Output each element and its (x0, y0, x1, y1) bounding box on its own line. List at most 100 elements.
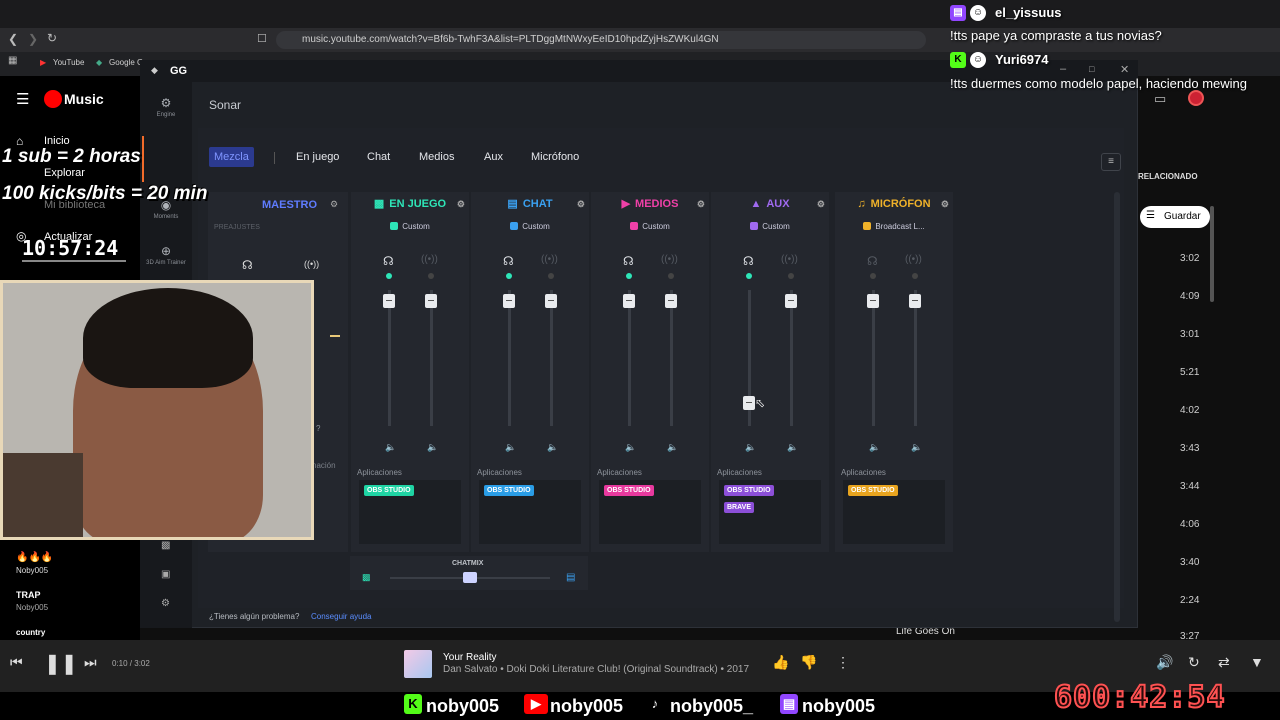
monitor-volume-track[interactable] (628, 290, 631, 426)
stream-volume-slider[interactable] (785, 294, 797, 308)
broadcast-icon[interactable]: ((•)) (421, 254, 438, 265)
monitor-volume-slider[interactable] (743, 396, 755, 410)
controller-icon[interactable]: ▩ (161, 540, 170, 551)
broadcast-icon[interactable]: ((•)) (661, 254, 678, 265)
device-selector[interactable]: Custom (591, 222, 709, 231)
monitor-mute-icon[interactable]: 🔈 (385, 442, 396, 453)
panel-scrollbar[interactable] (1114, 192, 1120, 622)
monitor-mute-icon[interactable]: 🔈 (625, 442, 636, 453)
stream-mute-icon[interactable]: 🔈 (667, 442, 678, 453)
rail-engine[interactable]: ⚙ Engine (140, 96, 192, 118)
url-field[interactable]: music.youtube.com/watch?v=Bf6b-TwhF3A&li… (276, 31, 926, 49)
tab-en-juego[interactable]: En juego (296, 151, 339, 163)
nav-explorar[interactable]: Explorar (44, 167, 85, 179)
master-gear-icon[interactable]: ⚙ (330, 199, 338, 210)
app-pill[interactable]: OBS STUDIO (364, 485, 414, 496)
device-selector[interactable]: Custom (711, 222, 829, 231)
cast-icon[interactable]: ▭ (1154, 91, 1166, 107)
tab-medios[interactable]: Medios (419, 151, 454, 163)
stream-volume-track[interactable] (430, 290, 433, 426)
more-options-icon[interactable]: ⋮ (836, 654, 850, 671)
stream-volume-track[interactable] (914, 290, 917, 426)
headphones-icon[interactable]: ☊ (383, 254, 394, 268)
headphones-icon[interactable]: ☊ (503, 254, 514, 268)
headphones-icon[interactable]: ☊ (623, 254, 634, 268)
settings-icon[interactable]: ⚙ (161, 598, 170, 609)
monitor-mute-icon[interactable]: 🔈 (869, 442, 880, 453)
monitor-volume-slider[interactable] (623, 294, 635, 308)
monitor-volume-slider[interactable] (383, 294, 395, 308)
tab-microfono[interactable]: Micrófono (531, 151, 579, 163)
forward-icon[interactable]: ❯ (28, 32, 38, 46)
monitor-volume-track[interactable] (388, 290, 391, 426)
previous-icon[interactable]: ⏮ (10, 654, 23, 671)
rail-aim-trainer[interactable]: ⊕ 3D Aim Trainer (140, 244, 192, 266)
hamburger-menu-icon[interactable]: ☰ (16, 90, 29, 108)
stream-volume-track[interactable] (670, 290, 673, 426)
reload-icon[interactable]: ↻ (47, 31, 57, 45)
next-icon[interactable]: ⏭ (84, 654, 97, 671)
app-pill[interactable]: BRAVE (724, 502, 754, 513)
song-title[interactable]: Your Reality (443, 652, 497, 663)
stream-volume-track[interactable] (550, 290, 553, 426)
tracklist-scrollbar[interactable] (1210, 206, 1214, 302)
app-pill[interactable]: OBS STUDIO (848, 485, 898, 496)
broadcast-icon[interactable]: ((•)) (905, 254, 922, 265)
image-icon[interactable]: ▣ (161, 569, 170, 580)
device-selector[interactable]: Broadcast L... (835, 222, 953, 231)
stream-volume-slider[interactable] (665, 294, 677, 308)
stream-volume-slider[interactable] (909, 294, 921, 308)
like-icon[interactable]: 👍 (772, 654, 789, 671)
stream-mute-icon[interactable]: 🔈 (911, 442, 922, 453)
monitor-volume-track[interactable] (872, 290, 875, 426)
broadcast-icon[interactable]: ((•)) (304, 259, 319, 269)
channel-gear-icon[interactable]: ⚙ (457, 192, 465, 216)
channel-gear-icon[interactable]: ⚙ (817, 192, 825, 216)
help-link[interactable]: Conseguir ayuda (311, 612, 371, 621)
volume-icon[interactable]: 🔊 (1156, 654, 1173, 671)
avatar[interactable] (1188, 90, 1204, 106)
tab-aux[interactable]: Aux (484, 151, 503, 163)
headphones-icon[interactable]: ☊ (242, 258, 253, 272)
close-icon[interactable]: ✕ (1120, 63, 1129, 76)
playlist-title[interactable]: country (16, 628, 45, 637)
headphones-icon[interactable]: ☊ (743, 254, 754, 268)
bookmark-icon[interactable]: ☐ (257, 32, 267, 45)
monitor-volume-track[interactable] (508, 290, 511, 426)
pause-icon[interactable]: ❚❚ (44, 651, 78, 676)
stream-volume-track[interactable] (790, 290, 793, 426)
stream-mute-icon[interactable]: 🔈 (787, 442, 798, 453)
bookmark-youtube[interactable]: YouTube (53, 58, 84, 67)
back-icon[interactable]: ❮ (8, 32, 18, 46)
monitor-volume-slider[interactable] (867, 294, 879, 308)
stream-volume-slider[interactable] (545, 294, 557, 308)
album-cover[interactable] (404, 650, 432, 678)
app-pill[interactable]: OBS STUDIO (604, 485, 654, 496)
shuffle-icon[interactable]: ⇄ (1218, 654, 1230, 671)
tab-chat[interactable]: Chat (367, 151, 390, 163)
tab-mezcla[interactable]: Mezcla (209, 147, 254, 167)
playlist-title[interactable]: Noby005 (16, 566, 48, 575)
monitor-mute-icon[interactable]: 🔈 (505, 442, 516, 453)
device-selector[interactable]: Custom (471, 222, 589, 231)
app-pill[interactable]: OBS STUDIO (724, 485, 774, 496)
minimize-icon[interactable]: – (1060, 63, 1066, 75)
dislike-icon[interactable]: 👎 (800, 654, 817, 671)
channel-gear-icon[interactable]: ⚙ (697, 192, 705, 216)
maximize-icon[interactable]: □ (1089, 64, 1094, 74)
menu-icon[interactable]: ≡ (1101, 153, 1121, 171)
stream-mute-icon[interactable]: 🔈 (547, 442, 558, 453)
repeat-icon[interactable]: ↻ (1188, 654, 1200, 671)
channel-gear-icon[interactable]: ⚙ (577, 192, 585, 216)
help-circle-icon[interactable]: ? (316, 424, 320, 433)
chatmix-slider[interactable] (463, 572, 477, 583)
headphones-icon[interactable]: ☊ (867, 254, 878, 268)
stream-volume-slider[interactable] (425, 294, 437, 308)
broadcast-icon[interactable]: ((•)) (781, 254, 798, 265)
playlist-title[interactable]: TRAP (16, 590, 41, 600)
app-pill[interactable]: OBS STUDIO (484, 485, 534, 496)
stream-mute-icon[interactable]: 🔈 (427, 442, 438, 453)
bookmark-google[interactable]: Google G (109, 58, 143, 67)
monitor-volume-slider[interactable] (503, 294, 515, 308)
device-selector[interactable]: Custom (351, 222, 469, 231)
